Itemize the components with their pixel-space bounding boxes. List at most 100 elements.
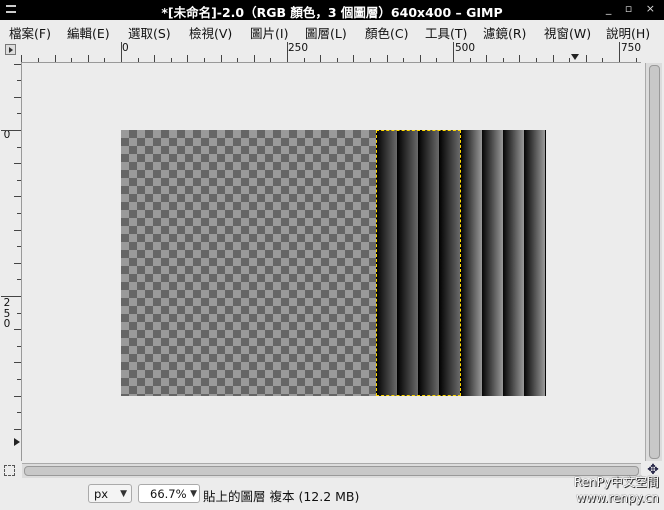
ruler-tick	[403, 58, 404, 62]
ruler-tick	[138, 58, 139, 62]
ruler-tick	[337, 58, 338, 62]
watermark-line2: www.renpy.cn	[576, 491, 659, 505]
ruler-tick	[104, 58, 105, 62]
ruler-tick	[436, 58, 437, 62]
ruler-tick	[503, 58, 504, 62]
horizontal-ruler[interactable]: 0 250 500 750	[21, 42, 641, 63]
image-menu-button[interactable]	[5, 44, 16, 55]
chevron-down-icon: ▼	[120, 489, 127, 499]
zoom-value: 66.7%	[150, 487, 187, 501]
ruler-tick	[17, 213, 21, 214]
window-controls[interactable]: _ ▫ ×	[606, 2, 660, 15]
ruler-tick	[636, 58, 637, 62]
ruler-tick	[519, 55, 520, 62]
ruler-tick	[536, 58, 537, 62]
ruler-tick	[1, 130, 21, 131]
ruler-tick	[619, 42, 620, 62]
ruler-tick	[353, 55, 354, 62]
menu-layer[interactable]: 圖層(L)	[305, 23, 347, 42]
menu-edit[interactable]: 編輯(E)	[67, 23, 110, 42]
ruler-tick	[187, 55, 188, 62]
menu-help[interactable]: 說明(H)	[606, 23, 650, 42]
ruler-tick	[17, 346, 21, 347]
ruler-tick	[553, 55, 554, 62]
ruler-tick	[14, 64, 21, 65]
ruler-tick	[121, 42, 122, 62]
ruler-tick	[14, 97, 21, 98]
ruler-tick	[387, 55, 388, 62]
menu-windows[interactable]: 視窗(W)	[544, 23, 591, 42]
ruler-tick	[17, 147, 21, 148]
ruler-tick	[154, 55, 155, 62]
ruler-tick	[17, 412, 21, 413]
transparent-area	[121, 130, 376, 396]
ruler-tick	[453, 42, 454, 62]
horizontal-scroll-thumb[interactable]	[24, 466, 639, 476]
ruler-tick	[602, 58, 603, 62]
pointer-marker-h-icon	[571, 54, 579, 60]
vertical-ruler[interactable]: 0 2 5 0	[0, 63, 22, 461]
ruler-tick	[17, 246, 21, 247]
ruler-tick	[470, 58, 471, 62]
pointer-marker-v-icon	[14, 438, 20, 446]
zoom-select[interactable]: 66.7% ▼	[138, 484, 200, 503]
ruler-label-v0: 0	[3, 129, 11, 141]
image-canvas[interactable]	[121, 130, 546, 396]
vertical-scroll-thumb[interactable]	[649, 65, 660, 459]
ruler-tick	[14, 396, 21, 397]
menu-file[interactable]: 檔案(F)	[9, 23, 51, 42]
ruler-tick	[21, 55, 22, 62]
ruler-label-750: 750	[621, 42, 641, 54]
ruler-tick	[17, 113, 21, 114]
ruler-tick	[14, 362, 21, 363]
ruler-tick	[586, 55, 587, 62]
ruler-tick	[88, 55, 89, 62]
ruler-tick	[237, 58, 238, 62]
status-message: 貼上的圖層 複本 (12.2 MB)	[203, 489, 360, 504]
menu-select[interactable]: 選取(S)	[128, 23, 171, 42]
ruler-tick	[486, 55, 487, 62]
ruler-tick	[287, 42, 288, 62]
ruler-tick	[221, 55, 222, 62]
vertical-scrollbar[interactable]	[645, 63, 662, 461]
ruler-tick	[254, 55, 255, 62]
menu-image[interactable]: 圖片(I)	[250, 23, 288, 42]
ruler-label-500: 500	[455, 42, 476, 54]
ruler-label-v250: 2 5 0	[3, 297, 11, 330]
ruler-tick	[55, 55, 56, 62]
ruler-tick	[171, 58, 172, 62]
menu-view[interactable]: 檢視(V)	[189, 23, 232, 42]
window-title: *[未命名]-2.0（RGB 顏色，3 個圖層）640x400 – GIMP	[161, 5, 503, 20]
ruler-tick	[270, 58, 271, 62]
ruler-tick	[14, 263, 21, 264]
menu-tools[interactable]: 工具(T)	[425, 23, 467, 42]
ruler-tick	[14, 429, 21, 430]
ruler-tick	[320, 55, 321, 62]
ruler-tick	[17, 279, 21, 280]
layer-boundary	[376, 130, 461, 396]
quick-mask-toggle-icon[interactable]	[4, 465, 15, 476]
ruler-tick	[17, 313, 21, 314]
ruler-tick	[38, 58, 39, 62]
ruler-tick	[14, 230, 21, 231]
watermark-line1: RenPy中文空間	[573, 475, 659, 489]
title-bar: *[未命名]-2.0（RGB 顏色，3 個圖層）640x400 – GIMP _…	[0, 0, 664, 20]
ruler-tick	[1, 296, 21, 297]
ruler-tick	[14, 196, 21, 197]
menu-filters[interactable]: 濾鏡(R)	[483, 23, 526, 42]
ruler-label-250: 250	[288, 42, 309, 54]
ruler-tick	[14, 329, 21, 330]
ruler-tick	[420, 55, 421, 62]
ruler-tick	[17, 180, 21, 181]
menu-colors[interactable]: 顏色(C)	[365, 23, 408, 42]
unit-select[interactable]: px ▼	[88, 484, 132, 503]
ruler-tick	[14, 163, 21, 164]
ruler-tick	[17, 80, 21, 81]
ruler-tick	[304, 58, 305, 62]
ruler-tick	[370, 58, 371, 62]
ruler-tick	[204, 58, 205, 62]
ruler-label-0: 0	[122, 42, 129, 54]
horizontal-scrollbar[interactable]	[22, 463, 641, 478]
ruler-tick	[569, 58, 570, 62]
ruler-tick	[17, 379, 21, 380]
